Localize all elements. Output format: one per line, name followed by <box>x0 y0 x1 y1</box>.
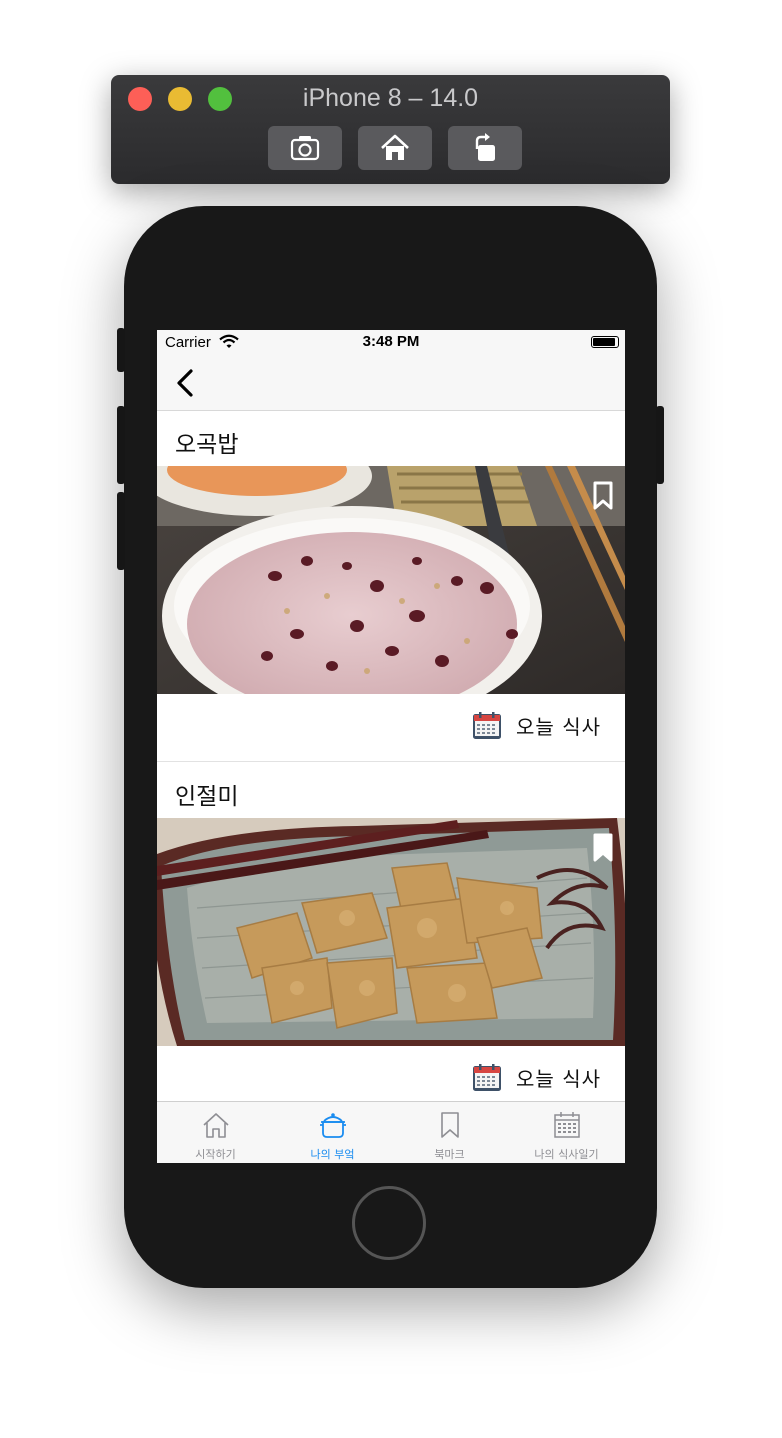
card-divider <box>157 761 625 762</box>
bookmark-icon[interactable] <box>592 481 614 511</box>
app-screen: Carrier 3:48 PM 오곡밥 오늘 식사 인절미 오늘 식사 시작하기… <box>157 330 625 1163</box>
power-button <box>656 406 664 484</box>
recipe-title: 인절미 <box>175 784 239 810</box>
calendar-icon <box>473 1064 502 1091</box>
calendar-icon <box>473 712 502 739</box>
tab-label: 나의 부엌 <box>310 1148 355 1161</box>
tab-label: 나의 식사일기 <box>534 1148 599 1161</box>
navigation-bar <box>157 356 625 411</box>
injeolmi-image[interactable] <box>157 818 625 1046</box>
status-bar: Carrier 3:48 PM <box>157 330 625 356</box>
tab-bookmark[interactable]: 북마크 <box>391 1102 508 1163</box>
rice-bowl-image[interactable] <box>157 466 625 694</box>
home-button[interactable] <box>358 126 432 170</box>
tab-label: 시작하기 <box>195 1148 236 1161</box>
screenshot-button[interactable] <box>268 126 342 170</box>
device-home-button[interactable] <box>352 1186 426 1260</box>
screenshot-icon <box>290 136 320 161</box>
rotate-button[interactable] <box>448 126 522 170</box>
tab-meal-diary[interactable]: 나의 식사일기 <box>508 1102 625 1163</box>
home-icon <box>381 134 409 160</box>
tab-bar: 시작하기 나의 부엌 북마크 나의 식사일기 <box>157 1101 625 1163</box>
recipe-list[interactable]: 오곡밥 오늘 식사 인절미 오늘 식사 <box>157 411 625 1101</box>
recipe-title: 오곡밥 <box>175 432 239 458</box>
add-today-meal-button[interactable]: 오늘 식사 <box>472 1062 601 1092</box>
simulator-title: iPhone 8 – 14.0 <box>302 84 479 112</box>
tab-label: 북마크 <box>434 1148 465 1161</box>
calendar-icon <box>554 1112 580 1138</box>
bookmark-filled-icon[interactable] <box>592 833 614 863</box>
home-icon <box>203 1113 229 1138</box>
status-time: 3:48 PM <box>362 333 420 350</box>
multigrain-rice-photo <box>157 466 625 694</box>
mute-switch <box>117 328 125 372</box>
rotate-icon <box>475 133 495 161</box>
tab-start[interactable]: 시작하기 <box>157 1102 274 1163</box>
injeolmi-photo <box>157 818 625 1046</box>
tab-my-kitchen[interactable]: 나의 부엌 <box>274 1102 391 1163</box>
battery-icon <box>591 336 619 348</box>
bookmark-icon <box>441 1112 459 1138</box>
volume-up-button <box>117 406 125 484</box>
volume-down-button <box>117 492 125 570</box>
today-meal-label: 오늘 식사 <box>516 714 601 739</box>
chevron-left-icon[interactable] <box>171 366 201 400</box>
today-meal-label: 오늘 식사 <box>516 1066 601 1091</box>
add-today-meal-button[interactable]: 오늘 식사 <box>472 710 601 740</box>
pot-icon <box>320 1113 346 1138</box>
